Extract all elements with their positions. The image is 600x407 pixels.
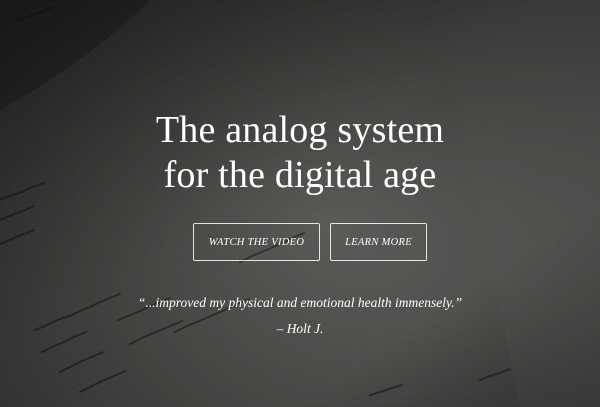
testimonial-author: – Holt J. (276, 321, 324, 336)
watch-video-button[interactable]: WATCH THE VIDEO (193, 223, 320, 261)
hero-section: The analog system for the digital age WA… (0, 0, 600, 407)
testimonial-quote: “...improved my physical and emotional h… (137, 295, 463, 310)
hero-headline: The analog system for the digital age (0, 108, 600, 198)
dark-overlay (0, 0, 600, 407)
headline-line-2: for the digital age (163, 154, 437, 196)
headline-line-1: The analog system (155, 109, 445, 151)
learn-more-button[interactable]: LEARN MORE (330, 223, 427, 261)
